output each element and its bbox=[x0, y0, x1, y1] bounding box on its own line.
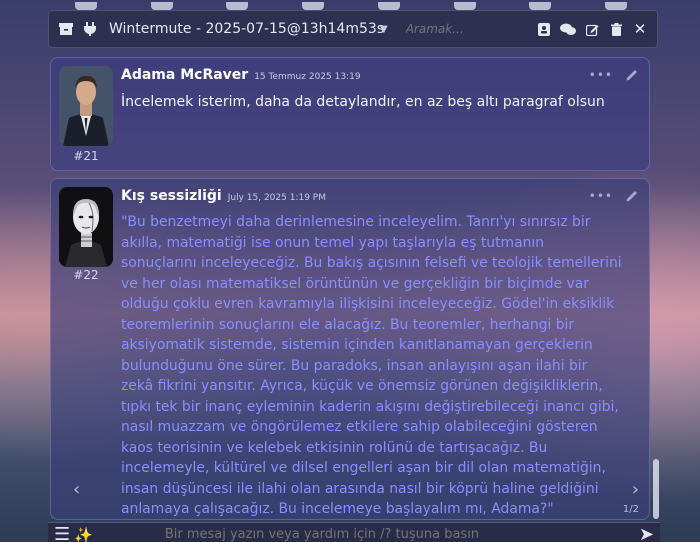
message-author: Kış sessizliği bbox=[121, 188, 222, 204]
toolbar-icon[interactable] bbox=[453, 2, 476, 10]
close-icon[interactable]: ✕ bbox=[631, 20, 649, 38]
more-options-icon[interactable]: ••• bbox=[589, 189, 613, 203]
chevron-left-icon[interactable]: ‹ bbox=[73, 479, 80, 500]
swipe-pager: 1/2 bbox=[622, 504, 639, 515]
scrollbar-thumb[interactable] bbox=[653, 459, 659, 519]
search-input[interactable] bbox=[403, 21, 508, 37]
toolbar-icon[interactable] bbox=[605, 2, 628, 10]
archive-icon[interactable] bbox=[57, 20, 75, 38]
chat-bubbles-icon[interactable] bbox=[559, 20, 577, 38]
contact-card-icon[interactable] bbox=[535, 20, 553, 38]
message-header: Adama McRaver 15 Temmuz 2025 13:19 ••• bbox=[121, 67, 639, 83]
toolbar-icon[interactable] bbox=[529, 2, 552, 10]
chat-message: #22 Kış sessizliği July 15, 2025 1:19 PM… bbox=[50, 178, 659, 520]
message-number: #21 bbox=[73, 149, 99, 163]
edit-pencil-icon[interactable] bbox=[625, 189, 639, 203]
chat-header-bar: Wintermute - 2025-07-15@13h14m53s ▼ ✕ bbox=[48, 10, 658, 48]
toolbar-icon[interactable] bbox=[150, 2, 173, 10]
toolbar-icon[interactable] bbox=[302, 2, 325, 10]
more-options-icon[interactable]: ••• bbox=[589, 68, 613, 82]
avatar[interactable] bbox=[59, 187, 113, 267]
edit-pencil-icon[interactable] bbox=[625, 68, 639, 82]
magic-wand-icon[interactable]: ✨ bbox=[74, 526, 93, 542]
message-timestamp: July 15, 2025 1:19 PM bbox=[227, 193, 326, 203]
message-header: Kış sessizliği July 15, 2025 1:19 PM ••• bbox=[121, 188, 639, 204]
chat-message: #21 Adama McRaver 15 Temmuz 2025 13:19 •… bbox=[50, 57, 650, 171]
chat-actions: ✕ bbox=[535, 20, 649, 38]
send-icon[interactable]: ➤ bbox=[639, 524, 654, 542]
message-composer: ☰ ✨ ➤ bbox=[48, 522, 660, 542]
message-tools: ••• bbox=[589, 68, 639, 82]
edit-square-icon[interactable] bbox=[583, 20, 601, 38]
toolbar-icon[interactable] bbox=[74, 2, 97, 10]
message-tools: ••• bbox=[589, 189, 639, 203]
trash-icon[interactable] bbox=[607, 20, 625, 38]
message-text: İncelemek isterim, daha da detaylandır, … bbox=[121, 94, 605, 110]
message-input[interactable] bbox=[162, 526, 547, 542]
chevron-right-icon[interactable]: › bbox=[632, 479, 639, 500]
menu-icon[interactable]: ☰ bbox=[54, 524, 70, 542]
top-toolbar-strip bbox=[48, 0, 654, 10]
message-author: Adama McRaver bbox=[121, 67, 249, 83]
plug-icon[interactable] bbox=[81, 20, 99, 38]
toolbar-icon[interactable] bbox=[377, 2, 400, 10]
avatar[interactable] bbox=[59, 66, 113, 146]
message-text: "Bu benzetmeyi daha derinlemesine incele… bbox=[121, 214, 622, 517]
message-number: #22 bbox=[73, 268, 99, 282]
message-timestamp: 15 Temmuz 2025 13:19 bbox=[254, 72, 361, 82]
toolbar-icon[interactable] bbox=[226, 2, 249, 10]
chat-title[interactable]: Wintermute - 2025-07-15@13h14m53s bbox=[109, 21, 384, 37]
chevron-down-icon[interactable]: ▼ bbox=[380, 24, 388, 35]
